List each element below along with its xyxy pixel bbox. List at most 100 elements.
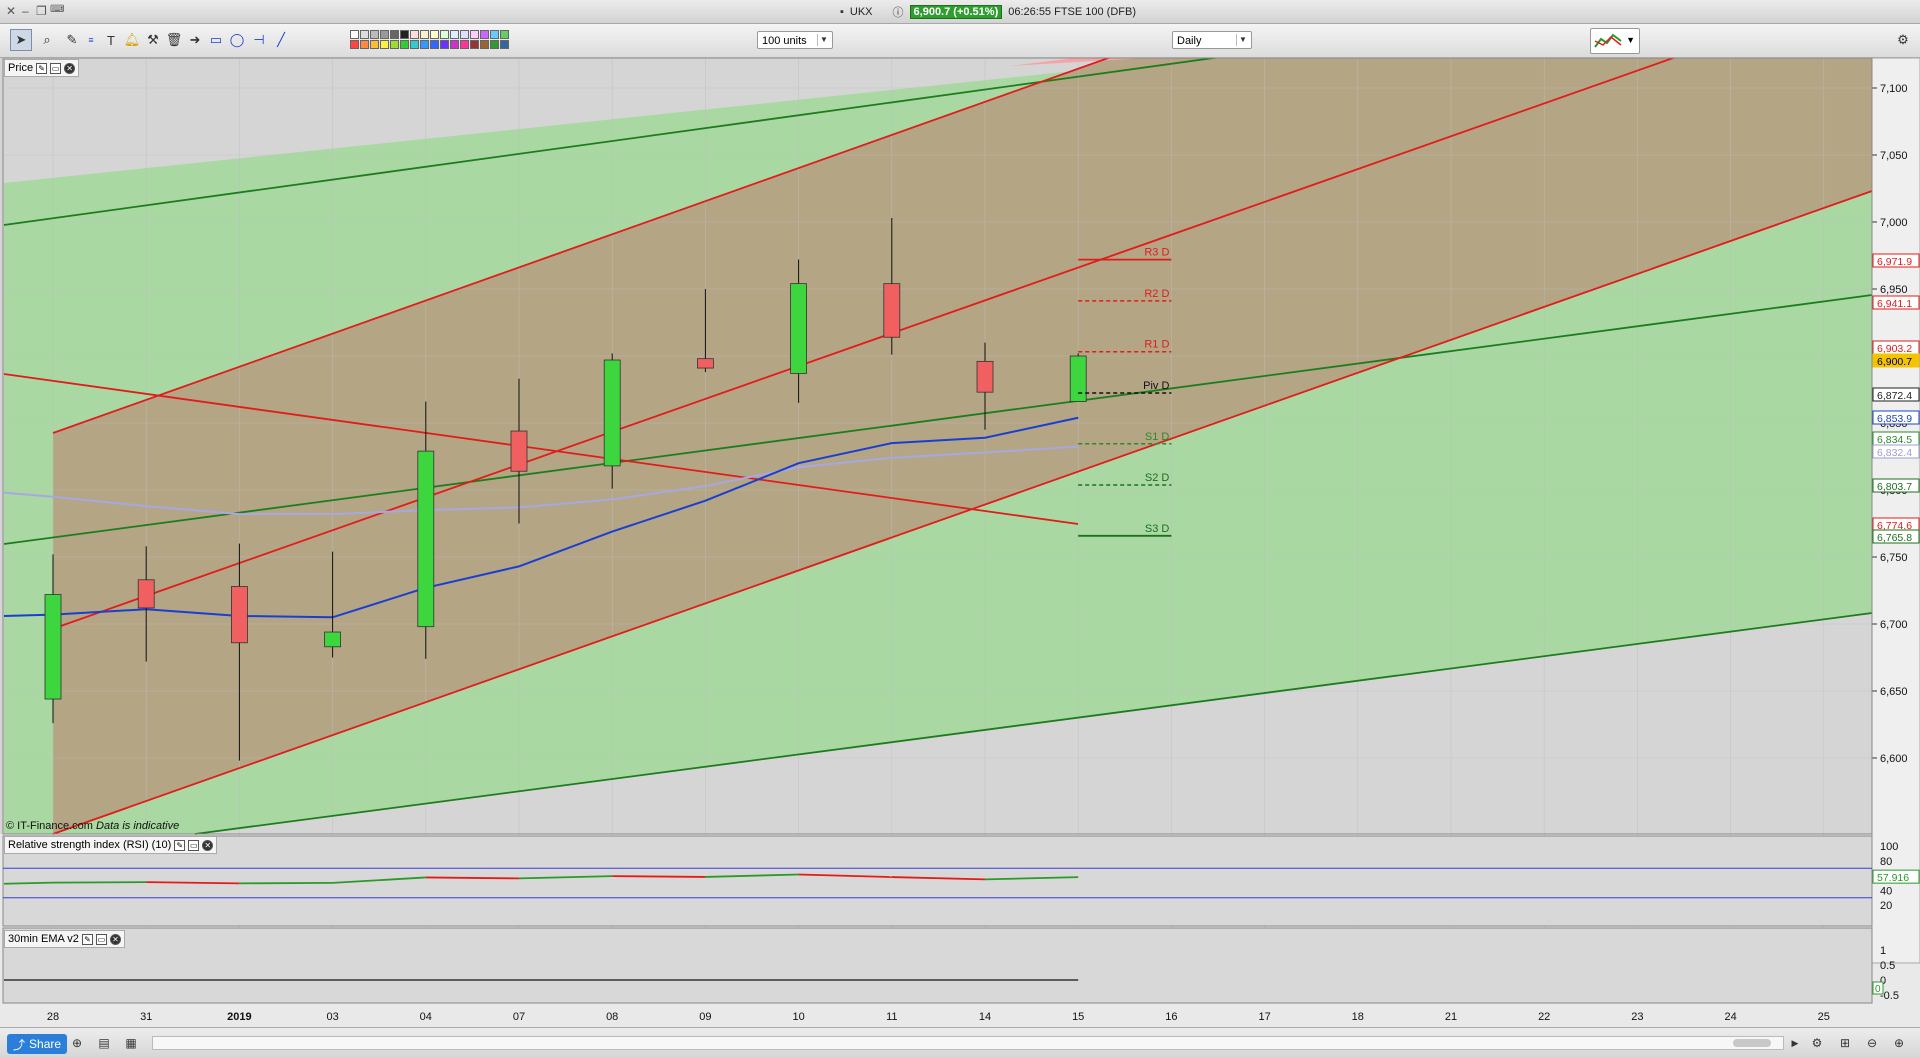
y-tick-label: 6,700 — [1880, 619, 1908, 631]
chart-area[interactable]: R3 D R2 D R1 D Piv D S1 D S2 D S3 D 7,100 7,050 7… — [0, 58, 1920, 1026]
maximize-icon[interactable]: ▭ — [95, 933, 107, 945]
color-swatch[interactable] — [360, 40, 369, 49]
color-swatch[interactable] — [480, 40, 489, 49]
chart-settings-icon[interactable]: ⚙ — [1810, 1036, 1824, 1050]
rsi-panel-bg — [2, 835, 1873, 927]
settings-icon[interactable]: ⚙ — [1892, 29, 1914, 51]
price-label-text: 6,832.4 — [1877, 447, 1912, 459]
rsi-line-segment — [239, 881, 333, 885]
trash-icon[interactable]: 🗑︎ — [163, 29, 185, 51]
color-swatch[interactable] — [450, 30, 459, 39]
chart-type-icon — [1594, 33, 1622, 48]
zoom-out-icon[interactable]: ⊖ — [1865, 1036, 1879, 1050]
layout-icon[interactable]: ▤ — [97, 1036, 111, 1050]
color-swatch[interactable] — [380, 40, 389, 49]
interval-select[interactable]: Daily ▼ — [1172, 31, 1252, 49]
color-swatch[interactable] — [490, 30, 499, 39]
color-swatch[interactable] — [360, 30, 369, 39]
color-swatch[interactable] — [450, 40, 459, 49]
color-swatch[interactable] — [500, 30, 509, 39]
zoom-in-icon[interactable]: ⊕ — [1892, 1036, 1906, 1050]
price-label-text: 6,903.2 — [1877, 343, 1912, 355]
trendline-icon[interactable]: ╱ — [270, 29, 292, 51]
price-label-text: 6,853.9 — [1877, 413, 1912, 425]
color-swatch[interactable] — [440, 40, 449, 49]
maximize-icon[interactable]: ▭ — [188, 839, 200, 851]
color-swatch[interactable] — [410, 40, 419, 49]
scrollbar-thumb[interactable] — [1733, 1039, 1771, 1047]
grid-icon[interactable]: ▦ — [124, 1036, 138, 1050]
color-swatch[interactable] — [420, 30, 429, 39]
color-swatch[interactable] — [490, 40, 499, 49]
alert-icon[interactable]: 🔔︎ — [121, 29, 143, 51]
color-swatch[interactable] — [470, 40, 479, 49]
color-swatch[interactable] — [470, 30, 479, 39]
candle-body — [883, 283, 901, 338]
hline-icon[interactable]: ⊣ — [248, 29, 270, 51]
color-swatch[interactable] — [420, 40, 429, 49]
tools-icon[interactable]: ⚒ — [142, 29, 164, 51]
close-icon[interactable]: ✕ — [202, 839, 214, 851]
info-icon[interactable]: ⓘ — [893, 4, 904, 20]
color-swatch[interactable] — [350, 40, 359, 49]
scroll-right-icon[interactable]: ▶ — [1788, 1036, 1802, 1050]
color-swatch[interactable] — [430, 40, 439, 49]
maximize-icon[interactable]: ▭ — [50, 62, 62, 74]
color-swatch[interactable] — [350, 30, 359, 39]
wrench-icon[interactable]: ✎ — [36, 62, 48, 74]
candle-body — [790, 283, 807, 374]
close-icon[interactable]: ✕ — [64, 62, 76, 74]
color-swatch[interactable] — [390, 40, 399, 49]
minimize-window-icon[interactable]: – — [22, 4, 29, 18]
color-swatch[interactable] — [410, 30, 419, 39]
crosshair-icon[interactable]: ⊕ — [70, 1036, 84, 1050]
color-swatch[interactable] — [370, 40, 379, 49]
color-swatch[interactable] — [460, 40, 469, 49]
wrench-icon[interactable]: ✎ — [81, 933, 93, 945]
color-swatch[interactable] — [370, 30, 379, 39]
rsi-panel-label: Relative strength index (RSI) (10) — [8, 839, 172, 851]
fib-icon[interactable]: ≡ — [80, 29, 102, 51]
color-swatch[interactable] — [400, 30, 409, 39]
title-area: ▪ UKX ⓘ 6,900.7 (+0.51%) 06:26:55 FTSE 1… — [840, 4, 1136, 19]
y-tick-label: 7,100 — [1880, 83, 1908, 95]
zoom-fit-icon[interactable]: ⊞ — [1838, 1036, 1852, 1050]
rsi-panel-title: Relative strength index (RSI) (10) ✎ ▭ ✕ — [4, 836, 218, 854]
x-tick-label: 10 — [792, 1011, 804, 1023]
text-icon[interactable]: T — [100, 29, 122, 51]
units-select[interactable]: 100 units ▼ — [757, 31, 833, 49]
chevron-down-icon: ▼ — [817, 34, 830, 46]
color-swatch[interactable] — [390, 30, 399, 39]
y-tick-label: 6,600 — [1880, 753, 1908, 765]
indicative-note: Data is indicative — [96, 820, 180, 832]
color-swatch[interactable] — [440, 30, 449, 39]
rsi-line-segment — [612, 875, 706, 878]
restore-window-icon[interactable]: ❐ — [36, 4, 47, 18]
close-icon[interactable]: ✕ — [109, 933, 121, 945]
color-swatch[interactable] — [400, 40, 409, 49]
color-swatches[interactable] — [350, 30, 509, 49]
x-tick-label: 11 — [886, 1011, 897, 1023]
chart-type-button[interactable]: ▼ — [1590, 28, 1640, 54]
x-tick-label: 16 — [1165, 1011, 1177, 1023]
horizontal-scrollbar[interactable] — [152, 1036, 1784, 1050]
color-swatch[interactable] — [480, 30, 489, 39]
pointer-icon[interactable]: ➤ — [10, 29, 32, 51]
color-swatch[interactable] — [380, 30, 389, 39]
x-tick-label: 24 — [1724, 1011, 1736, 1023]
color-swatch[interactable] — [500, 40, 509, 49]
candle-body — [230, 586, 248, 644]
ellipse-icon[interactable]: ◯ — [226, 29, 248, 51]
arrow-icon[interactable]: ➜ — [184, 29, 206, 51]
color-swatch[interactable] — [460, 30, 469, 39]
keyboard-icon[interactable]: ⌨ — [50, 4, 64, 15]
x-tick-label: 14 — [979, 1011, 991, 1023]
rectangle-icon[interactable]: ▭ — [205, 29, 227, 51]
zoom-icon[interactable]: ⌕ — [36, 29, 58, 51]
share-button[interactable]: ⤴ Share — [7, 1034, 68, 1054]
close-window-icon[interactable]: ✕ — [6, 4, 16, 18]
color-swatch[interactable] — [430, 30, 439, 39]
x-tick-label: 28 — [47, 1011, 59, 1023]
wrench-icon[interactable]: ✎ — [174, 839, 186, 851]
rsi-line-segment — [3, 881, 54, 885]
